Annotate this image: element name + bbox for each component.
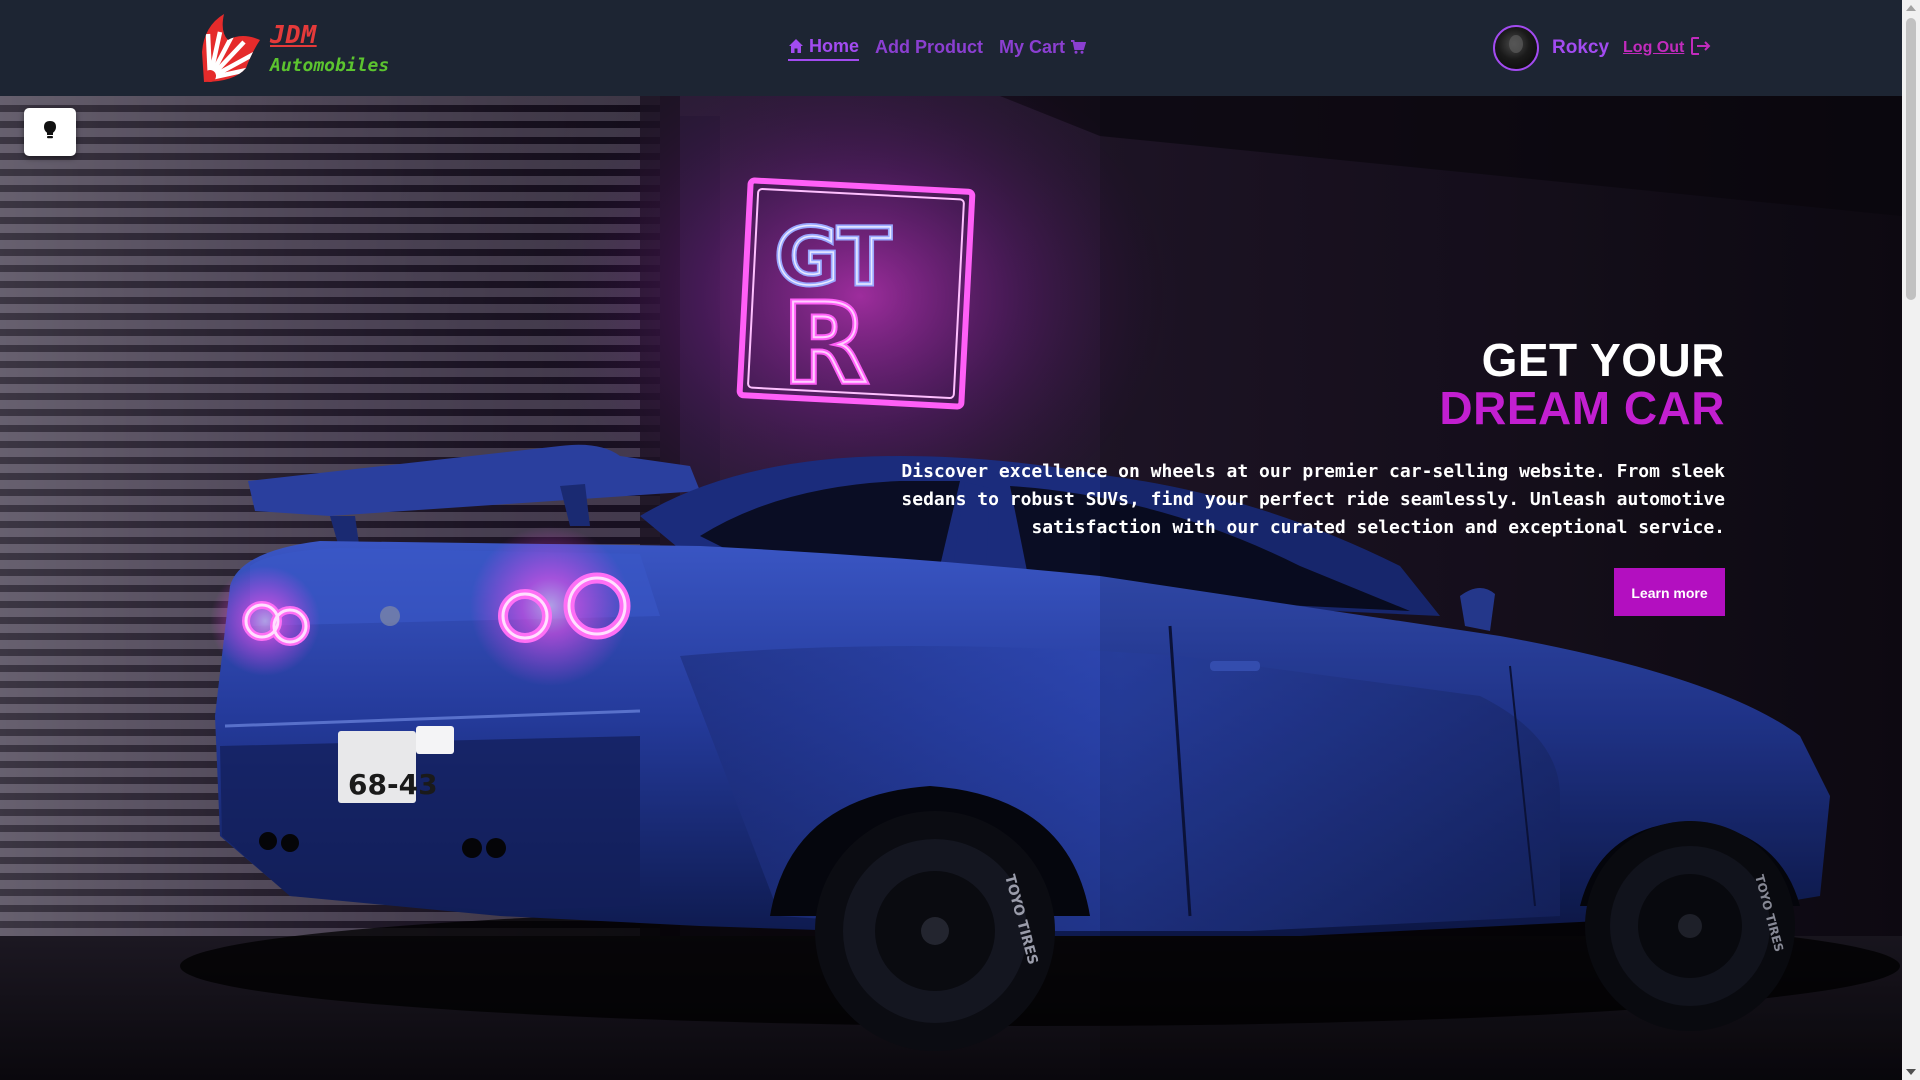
cart-icon — [1070, 39, 1087, 55]
hero-text: GET YOUR DREAM CAR Discover excellence o… — [865, 336, 1725, 616]
user-name[interactable]: Rokcy — [1552, 37, 1609, 59]
home-icon — [788, 38, 804, 54]
page-scrollbar[interactable] — [1902, 0, 1920, 1080]
hero-section: GT GT R R TOYO TIRES TOYO TIRES 68-43 GE… — [0, 96, 1902, 1080]
navbar: JDM Automobiles Home Add Product My Cart — [0, 0, 1902, 96]
brand-subtitle: Automobiles — [270, 55, 390, 76]
main-nav: Home Add Product My Cart — [788, 34, 1087, 62]
user-area: Rokcy Log Out — [1493, 23, 1712, 73]
scroll-down-arrow[interactable] — [1906, 1069, 1916, 1075]
rising-sun-logo-icon — [202, 14, 260, 82]
hero-description: Discover excellence on wheels at our pre… — [901, 461, 1725, 538]
logout-label: Log Out — [1623, 39, 1685, 56]
nav-home-link[interactable]: Home — [788, 35, 860, 61]
svg-text:68-43: 68-43 — [348, 768, 438, 801]
page: JDM Automobiles Home Add Product My Cart — [0, 0, 1920, 1080]
brand-link[interactable]: JDM Automobiles — [198, 10, 408, 86]
logout-link[interactable]: Log Out — [1623, 36, 1712, 61]
svg-text:R: R — [783, 280, 868, 408]
hero-title-line2: DREAM CAR — [1439, 382, 1725, 434]
rear-wheel: TOYO TIRES — [815, 811, 1055, 1051]
brand-title: JDM — [270, 20, 317, 49]
avatar[interactable] — [1493, 25, 1539, 71]
scroll-up-arrow[interactable] — [1906, 5, 1916, 11]
theme-toggle-button[interactable] — [24, 108, 76, 156]
logout-icon — [1690, 36, 1712, 61]
lightbulb-icon — [43, 120, 57, 145]
learn-more-button[interactable]: Learn more — [1614, 568, 1725, 616]
nav-add-product-label: Add Product — [875, 36, 984, 57]
nav-my-cart-label: My Cart — [999, 36, 1066, 57]
nav-my-cart-link[interactable]: My Cart — [999, 36, 1087, 60]
nav-add-product-link[interactable]: Add Product — [875, 37, 983, 60]
nav-home-label: Home — [809, 35, 860, 56]
scroll-thumb[interactable] — [1906, 18, 1916, 300]
hero-title-line1: GET YOUR — [1481, 334, 1725, 386]
